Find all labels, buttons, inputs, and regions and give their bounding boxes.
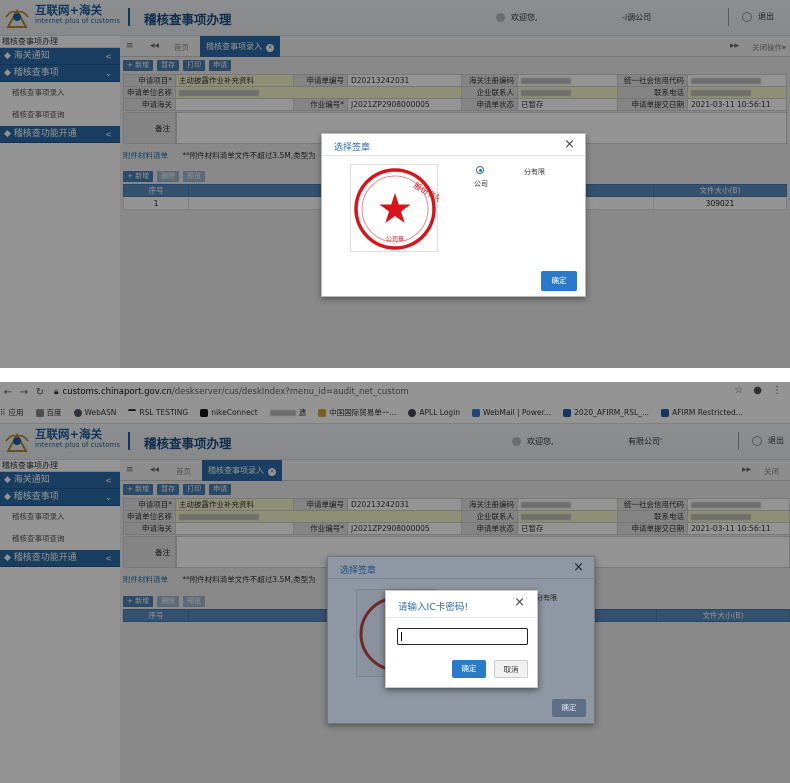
- seal-radio-label: 公司: [474, 180, 488, 188]
- pin-cancel-button[interactable]: 取消: [494, 660, 528, 678]
- seal-label: 公司章: [386, 235, 404, 243]
- seal-select-modal: 选择签章 × 股份有限公司 公司章 公司 分有限 确定: [321, 133, 586, 297]
- ic-card-pin-dialog: 请输入IC卡密码! × 确定 取消: [385, 590, 538, 688]
- text-caret: [401, 632, 402, 641]
- company-name-fragment: 分有限: [524, 168, 545, 176]
- seal-option[interactable]: 股份有限公司 公司章: [350, 164, 459, 252]
- seal-radio[interactable]: [476, 166, 484, 174]
- company-seal-image: 股份有限公司 公司章: [354, 168, 459, 250]
- screenshot-pin-entry: ← → ↻ 🔒︎ customs.chinaport.gov.cn/deskser…: [0, 382, 790, 783]
- pin-ok-button[interactable]: 确定: [452, 660, 486, 678]
- modal-title: 选择签章: [334, 143, 371, 153]
- ic-card-pin-input[interactable]: [397, 628, 528, 645]
- screenshot-divider: [0, 368, 790, 382]
- modal-header: 选择签章 ×: [328, 557, 594, 579]
- company-name-fragment: 分有限: [536, 594, 557, 602]
- pin-dialog-divider: [386, 617, 537, 618]
- close-icon[interactable]: ×: [564, 137, 575, 152]
- modal-title: 选择签章: [340, 566, 377, 576]
- seal-ok-button[interactable]: 确定: [541, 271, 577, 291]
- pin-dialog-title: 请输入IC卡密码!: [398, 602, 469, 613]
- close-icon[interactable]: ×: [514, 595, 525, 610]
- seal-ok-button[interactable]: 确定: [552, 699, 586, 717]
- modal-header: 选择签章 ×: [322, 134, 585, 156]
- close-icon[interactable]: ×: [573, 560, 584, 575]
- screenshot-before-pin: 互联网+海关 internet plus of customs 稽核查事项办理 …: [0, 0, 790, 368]
